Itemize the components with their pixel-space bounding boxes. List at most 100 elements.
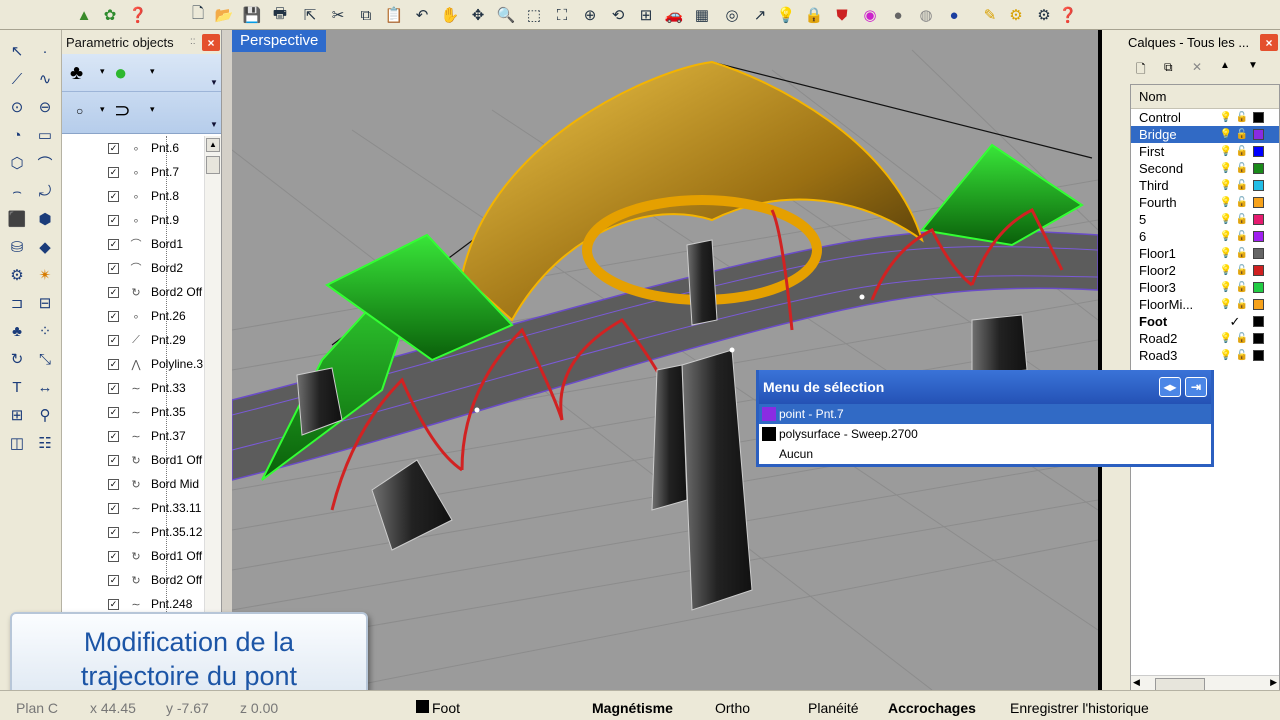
group-tool-icon[interactable]: ♣ <box>4 318 30 344</box>
visibility-checkbox[interactable]: ✓ <box>108 214 119 226</box>
pan-icon[interactable]: ✋ <box>438 3 462 27</box>
light-icon[interactable]: 💡 <box>774 3 798 27</box>
visibility-bulb-icon[interactable]: 💡 <box>1219 163 1233 174</box>
help-icon[interactable]: ❓ <box>126 3 150 27</box>
visibility-bulb-icon[interactable]: 💡 <box>1219 231 1233 242</box>
zoom-window-icon[interactable]: ⬚ <box>522 3 546 27</box>
boolean-tool-icon[interactable]: ⊐ <box>4 290 30 316</box>
visibility-checkbox[interactable]: ✓ <box>108 550 119 562</box>
expand-icon[interactable]: ◂▸ <box>1159 377 1181 397</box>
polygon-tool-icon[interactable]: ⬡ <box>4 150 30 176</box>
tree-item[interactable]: ✓ ∘ Pnt.26 <box>62 304 204 328</box>
tree-item[interactable]: ✓ ∼ Pnt.33 <box>62 376 204 400</box>
dropdown-arrow-icon[interactable]: ▾ <box>150 66 155 77</box>
visibility-bulb-icon[interactable]: 💡 <box>1219 146 1233 157</box>
layer-row[interactable]: Road2 💡 🔓 <box>1131 330 1279 347</box>
layer-color-swatch[interactable] <box>1253 316 1264 327</box>
visibility-bulb-icon[interactable]: 💡 <box>1219 180 1233 191</box>
layer-color-swatch[interactable] <box>1253 146 1264 157</box>
cylinder-tool-icon[interactable]: ⛁ <box>4 234 30 260</box>
layer-color-swatch[interactable] <box>1253 180 1264 191</box>
layer-color-swatch[interactable] <box>1253 197 1264 208</box>
curve-tool-icon[interactable]: ∿ <box>32 66 58 92</box>
curve-icon[interactable]: ⊃ <box>114 98 131 123</box>
visibility-checkbox[interactable]: ✓ <box>108 310 119 322</box>
solid-tool-icon[interactable]: ⬢ <box>32 206 58 232</box>
gear-tool-icon[interactable]: ⚙ <box>4 262 30 288</box>
scroll-left-icon[interactable]: ◀ <box>1133 677 1140 688</box>
layer-row[interactable]: Floor3 💡 🔓 <box>1131 279 1279 296</box>
layer-column-header[interactable]: Nom <box>1131 85 1279 109</box>
layer-color-swatch[interactable] <box>1253 350 1264 361</box>
scroll-up-icon[interactable]: ▲ <box>206 138 220 152</box>
offset-tool-icon[interactable]: ⌢ <box>4 178 30 204</box>
visibility-checkbox[interactable]: ✓ <box>108 598 119 610</box>
lock-icon[interactable]: 🔒 <box>802 3 826 27</box>
layer-row[interactable]: Third 💡 🔓 <box>1131 177 1279 194</box>
scroll-thumb[interactable] <box>206 156 220 174</box>
select-arrow-icon[interactable]: ↖ <box>4 38 30 64</box>
visibility-checkbox[interactable]: ✓ <box>108 478 119 490</box>
tree-item[interactable]: ✓ ↻ Bord1 Off <box>62 544 204 568</box>
gear-icon[interactable]: ✿ <box>98 3 122 27</box>
grip-icon[interactable]: :: <box>190 36 196 47</box>
scene-render[interactable] <box>232 30 1098 690</box>
visibility-checkbox[interactable]: ✓ <box>108 262 119 274</box>
perspective-viewport[interactable]: Perspective <box>232 30 1098 690</box>
help-blue-icon[interactable]: ❓ <box>1056 3 1080 27</box>
visibility-bulb-icon[interactable]: 💡 <box>1219 112 1233 123</box>
tree-item[interactable]: ✓ ∘ Pnt.7 <box>62 160 204 184</box>
visibility-checkbox[interactable]: ✓ <box>108 334 119 346</box>
selection-menu-item[interactable]: point - Pnt.7 <box>759 404 1211 424</box>
pencil-icon[interactable]: ✎ <box>978 3 1002 27</box>
arc-tool-icon[interactable]: ◔ <box>4 122 30 148</box>
viewport-label[interactable]: Perspective <box>232 30 327 52</box>
lock-icon[interactable]: 🔓 <box>1233 129 1251 140</box>
zoom-icon[interactable]: 🔍 <box>494 3 518 27</box>
dropdown-arrow-icon[interactable]: ▾ <box>150 104 155 115</box>
box-tool-icon[interactable]: ⬛ <box>4 206 30 232</box>
scroll-right-icon[interactable]: ▶ <box>1270 677 1277 688</box>
visibility-bulb-icon[interactable]: 💡 <box>1219 129 1233 140</box>
circle-tool-icon[interactable]: ⊙ <box>4 94 30 120</box>
layout-icon[interactable]: ⊞ <box>634 3 658 27</box>
visibility-bulb-icon[interactable]: 💡 <box>1219 248 1233 259</box>
polyline-tool-icon[interactable]: ⟋ <box>4 66 30 92</box>
layer-color-swatch[interactable] <box>1253 282 1264 293</box>
layer-color-swatch[interactable] <box>1253 248 1264 259</box>
car-icon[interactable]: 🚗 <box>662 3 686 27</box>
spheres-icon[interactable]: ● <box>114 60 127 86</box>
tree-item[interactable]: ✓ ∼ Pnt.35 <box>62 400 204 424</box>
table-tool-icon[interactable]: ☷ <box>32 430 58 456</box>
sphere-grid-icon[interactable]: ◍ <box>914 3 938 27</box>
lock-icon[interactable]: 🔓 <box>1233 265 1251 276</box>
pillar-center-back[interactable] <box>651 364 688 511</box>
control-point[interactable] <box>729 347 735 353</box>
tree-item[interactable]: ✓ ∘ Pnt.9 <box>62 208 204 232</box>
layer-color-swatch[interactable] <box>1253 112 1264 123</box>
explode-tool-icon[interactable]: ✴ <box>32 262 58 288</box>
tree-item[interactable]: ✓ ⌒ Bord1 <box>62 232 204 256</box>
lock-icon[interactable]: 🔓 <box>1233 231 1251 242</box>
delete-layer-icon[interactable]: ✕ <box>1192 60 1202 74</box>
tree-item[interactable]: ✓ ∼ Pnt.33.11 <box>62 496 204 520</box>
lock-icon[interactable]: 🔓 <box>1233 282 1251 293</box>
visibility-checkbox[interactable]: ✓ <box>108 358 119 370</box>
save-icon[interactable]: 💾 <box>240 3 264 27</box>
analyze-tool-icon[interactable]: ⚲ <box>32 402 58 428</box>
status-history[interactable]: Enregistrer l'historique <box>1010 700 1149 716</box>
layer-row[interactable]: Foot ✓ <box>1131 313 1279 330</box>
new-layer-icon[interactable]: 🗋 <box>1136 60 1146 81</box>
visibility-checkbox[interactable]: ✓ <box>108 142 119 154</box>
tree-item[interactable]: ✓ ↻ Bord Mid <box>62 472 204 496</box>
rectangle-tool-icon[interactable]: ▭ <box>32 122 58 148</box>
move-icon[interactable]: ✥ <box>466 3 490 27</box>
layer-color-swatch[interactable] <box>1253 129 1264 140</box>
options-icon[interactable]: ⚙ <box>1032 3 1056 27</box>
lock-icon[interactable]: 🔓 <box>1233 333 1251 344</box>
split-tool-icon[interactable]: ⊟ <box>32 290 58 316</box>
status-osnap[interactable]: Accrochages <box>888 700 976 716</box>
visibility-checkbox[interactable]: ✓ <box>108 526 119 538</box>
rotate-tool-icon[interactable]: ↻ <box>4 346 30 372</box>
arrow-icon[interactable]: ↗ <box>748 3 772 27</box>
